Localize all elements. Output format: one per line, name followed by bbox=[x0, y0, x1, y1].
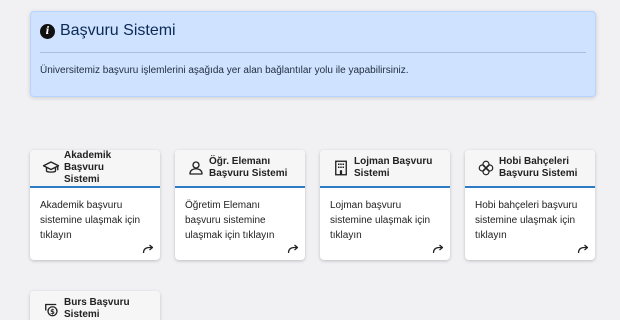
card-title-line: Hobi Bahçeleri bbox=[499, 156, 570, 167]
card-title: Burs Başvuru Sistemi bbox=[64, 297, 130, 320]
card-description: Lojman başvuru sistemine ulaşmak için tı… bbox=[330, 200, 431, 241]
share-arrow-icon bbox=[577, 244, 589, 254]
svg-text:$: $ bbox=[50, 308, 55, 316]
card-title-line: Akademik Başvuru bbox=[64, 150, 112, 173]
share-arrow-icon bbox=[287, 244, 299, 254]
info-icon: i bbox=[40, 23, 55, 39]
card-title-line: Başvuru Sistemi bbox=[499, 168, 578, 179]
flower-icon bbox=[478, 160, 494, 176]
card-title-line: Lojman Başvuru bbox=[354, 156, 433, 167]
card-title-line: Başvuru Sistemi bbox=[209, 168, 288, 179]
card-akademik-basvuru[interactable]: Akademik Başvuru Sistemi Akademik başvur… bbox=[30, 150, 160, 260]
info-title: i Başvuru Sistemi bbox=[40, 22, 176, 40]
card-header: Hobi Bahçeleri Başvuru Sistemi bbox=[465, 150, 595, 188]
divider bbox=[40, 52, 586, 53]
money-icon: $ bbox=[45, 303, 58, 317]
card-title-line: Burs Başvuru bbox=[64, 297, 130, 308]
graduation-cap-icon bbox=[42, 161, 60, 173]
building-icon bbox=[335, 160, 347, 176]
person-icon bbox=[189, 161, 203, 175]
card-ogr-elemani-basvuru[interactable]: Öğr. Elemanı Başvuru Sistemi Öğretim Ele… bbox=[175, 150, 305, 260]
card-header: $ Burs Başvuru Sistemi bbox=[30, 291, 160, 320]
card-header: Lojman Başvuru Sistemi bbox=[320, 150, 450, 188]
info-title-text: Başvuru Sistemi bbox=[60, 22, 176, 39]
info-description: Üniversitemiz başvuru işlemlerini aşağıd… bbox=[40, 65, 409, 76]
card-burs-basvuru[interactable]: $ Burs Başvuru Sistemi bbox=[30, 291, 160, 320]
card-title-line: Sistemi bbox=[64, 174, 100, 185]
card-title: Öğr. Elemanı Başvuru Sistemi bbox=[209, 156, 287, 180]
card-description: Hobi bahçeleri başvuru sistemine ulaşmak… bbox=[475, 200, 578, 241]
share-arrow-icon bbox=[432, 244, 444, 254]
card-title-line: Öğr. Elemanı bbox=[209, 156, 271, 167]
share-arrow-icon bbox=[142, 244, 154, 254]
card-header: Akademik Başvuru Sistemi bbox=[30, 150, 160, 188]
card-hobi-bahceleri-basvuru[interactable]: Hobi Bahçeleri Başvuru Sistemi Hobi bahç… bbox=[465, 150, 595, 260]
info-panel: i Başvuru Sistemi Üniversitemiz başvuru … bbox=[30, 11, 596, 97]
card-title: Akademik Başvuru Sistemi bbox=[64, 150, 152, 186]
card-title-line: Sistemi bbox=[64, 309, 100, 320]
card-description: Öğretim Elemanı başvuru sistemine ulaşma… bbox=[185, 200, 275, 241]
card-title: Lojman Başvuru Sistemi bbox=[354, 156, 432, 180]
card-lojman-basvuru[interactable]: Lojman Başvuru Sistemi Lojman başvuru si… bbox=[320, 150, 450, 260]
card-description: Akademik başvuru sistemine ulaşmak için … bbox=[40, 200, 141, 241]
card-title-line: Sistemi bbox=[354, 168, 390, 179]
card-title: Hobi Bahçeleri Başvuru Sistemi bbox=[499, 156, 577, 180]
card-header: Öğr. Elemanı Başvuru Sistemi bbox=[175, 150, 305, 188]
